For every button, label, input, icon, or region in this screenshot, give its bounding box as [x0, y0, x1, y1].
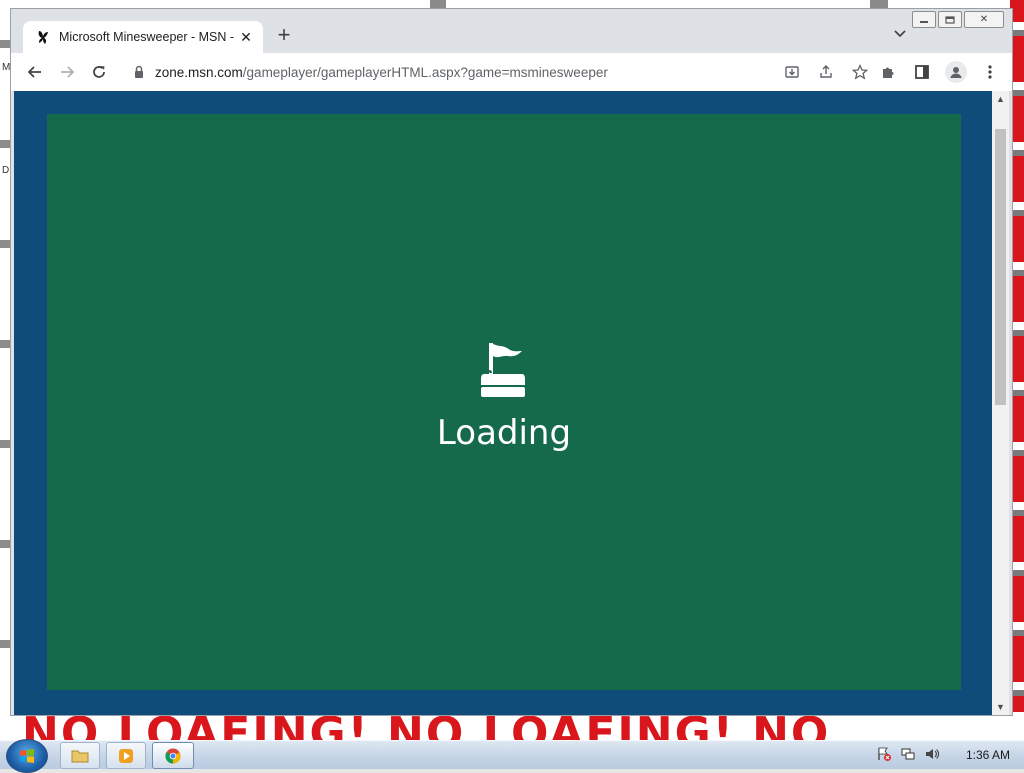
system-tray: 1:36 AM: [876, 741, 1010, 769]
window-controls: ✕: [912, 11, 1004, 28]
network-icon[interactable]: [900, 746, 916, 765]
chevron-down-icon[interactable]: [894, 27, 906, 41]
forward-arrow-icon: [61, 66, 75, 78]
url-text: zone.msn.com/gameplayer/gameplayerHTML.a…: [155, 64, 608, 80]
volume-icon[interactable]: [924, 746, 940, 765]
omnibox-actions: [778, 56, 874, 88]
back-arrow-icon: [27, 66, 41, 78]
taskbar-clock[interactable]: 1:36 AM: [966, 748, 1010, 762]
taskbar: 1:36 AM: [0, 739, 1024, 773]
chrome-icon: [165, 748, 181, 764]
share-icon[interactable]: [812, 56, 840, 88]
browser-window: Microsoft Minesweeper - MSN - ✕ + ✕ zone…: [10, 8, 1013, 716]
msn-butterfly-icon: [35, 29, 51, 45]
scroll-down-arrow-icon[interactable]: ▼: [992, 699, 1009, 715]
tab-minesweeper[interactable]: Microsoft Minesweeper - MSN - ✕: [23, 21, 263, 53]
install-app-icon[interactable]: [778, 56, 806, 88]
browser-toolbar: zone.msn.com/gameplayer/gameplayerHTML.a…: [11, 53, 1012, 91]
desktop-edge-letter: D: [2, 165, 10, 176]
side-panel-icon[interactable]: [906, 56, 938, 88]
bookmark-star-icon[interactable]: [846, 56, 874, 88]
loading-text: Loading: [436, 413, 572, 453]
close-button[interactable]: ✕: [964, 11, 1004, 28]
scroll-up-arrow-icon[interactable]: ▲: [992, 91, 1009, 107]
minimize-button[interactable]: [912, 11, 936, 28]
desktop-banner: NO LOAFING! NO LOAFING! NO: [0, 712, 1024, 740]
reload-button[interactable]: [83, 56, 115, 88]
minesweeper-flag-icon: [481, 343, 525, 397]
media-player-icon: [119, 748, 133, 763]
extensions-puzzle-icon[interactable]: [872, 56, 904, 88]
page-viewport: Loading: [14, 91, 997, 715]
desktop-banner-text: NO LOAFING! NO LOAFING! NO: [22, 712, 831, 740]
new-tab-button[interactable]: +: [273, 24, 295, 47]
lock-icon: [135, 65, 143, 78]
tab-strip: Microsoft Minesweeper - MSN - ✕ +: [11, 9, 1012, 53]
kebab-menu-icon[interactable]: [974, 56, 1006, 88]
address-bar[interactable]: zone.msn.com/gameplayer/gameplayerHTML.a…: [123, 56, 878, 88]
taskbar-media-player-button[interactable]: [106, 742, 146, 769]
taskbar-chrome-button[interactable]: [152, 742, 194, 769]
profile-button[interactable]: [940, 56, 972, 88]
toolbar-right: [872, 56, 1006, 88]
folder-icon: [71, 750, 89, 762]
desktop-top-stripe: [0, 0, 1024, 8]
avatar-icon: [945, 61, 967, 83]
action-center-flag-icon[interactable]: [876, 746, 892, 765]
scroll-thumb[interactable]: [995, 129, 1006, 405]
forward-button[interactable]: [51, 56, 83, 88]
game-loading-area[interactable]: Loading: [47, 114, 961, 690]
tab-title: Microsoft Minesweeper - MSN -: [59, 30, 235, 44]
restore-button[interactable]: [938, 11, 962, 28]
vertical-scrollbar[interactable]: ▲ ▼: [992, 91, 1009, 715]
taskbar-explorer-button[interactable]: [60, 742, 100, 769]
back-button[interactable]: [19, 56, 51, 88]
windows-logo-icon: [20, 749, 34, 763]
reload-icon: [93, 66, 105, 78]
tab-close-icon[interactable]: ✕: [237, 29, 255, 46]
